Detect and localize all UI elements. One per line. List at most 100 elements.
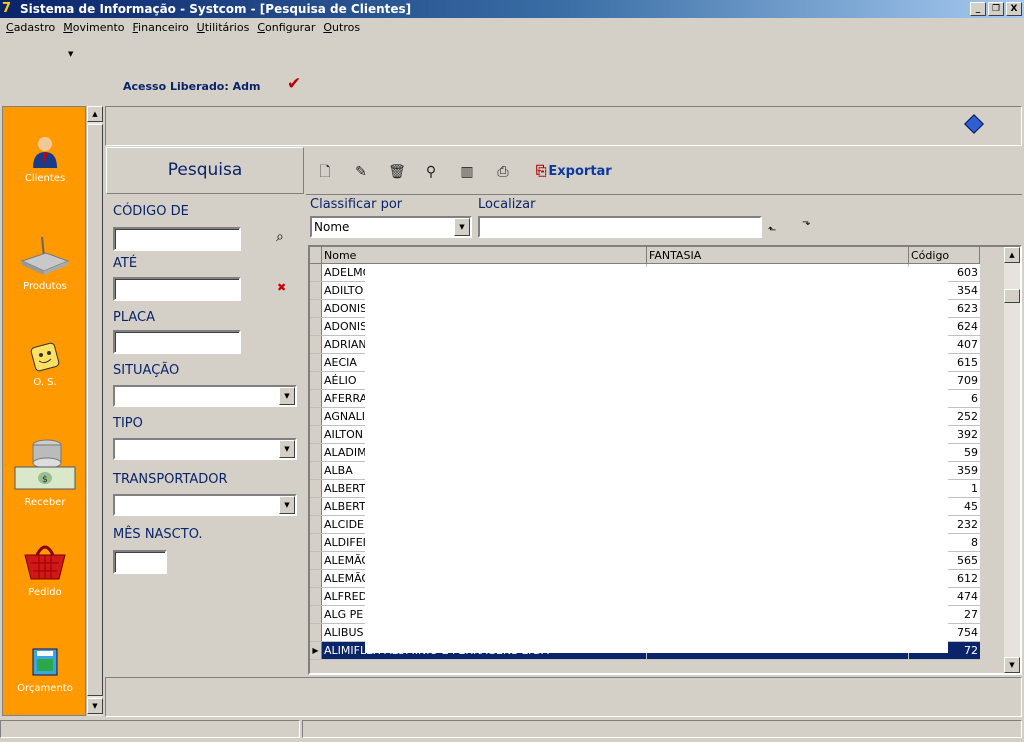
eraser-icon[interactable]: [964, 114, 984, 134]
clear-filter-icon[interactable]: ✖: [277, 281, 286, 294]
sidebar-item-produtos[interactable]: Produtos: [3, 235, 87, 292]
sidebar-scrollbar[interactable]: ▲ ▼: [86, 106, 103, 716]
row-indicator[interactable]: [310, 282, 322, 299]
menu-cadastro[interactable]: Cadastro: [2, 19, 59, 37]
chevron-down-icon[interactable]: ▼: [279, 496, 295, 514]
row-indicator[interactable]: [310, 444, 322, 461]
placa-field[interactable]: [113, 330, 241, 354]
row-indicator-header: [310, 247, 322, 264]
tipo-select[interactable]: ▼: [113, 438, 297, 460]
sort-ascending-icon[interactable]: ⬑: [768, 225, 776, 236]
delete-icon[interactable]: 🗑: [386, 161, 408, 183]
status-bar: [0, 720, 1024, 740]
sort-descending-icon[interactable]: ⬎: [802, 217, 810, 228]
row-indicator[interactable]: [310, 336, 322, 353]
row-indicator[interactable]: [310, 426, 322, 443]
sort-select[interactable]: Nome ▼: [310, 216, 472, 238]
clients-table: Nome FANTASIA Código ADELMO CARACENADELM…: [308, 245, 1022, 675]
row-indicator[interactable]: [310, 552, 322, 569]
access-status: Acesso Liberado: Adm: [123, 80, 261, 93]
column-header-codigo[interactable]: Código: [909, 247, 980, 264]
row-indicator[interactable]: [310, 570, 322, 587]
transportador-select[interactable]: ▼: [113, 494, 297, 516]
mes-nascto-label: MÊS NASCTO.: [113, 527, 203, 542]
checkmark-icon: ✔: [287, 74, 302, 94]
row-indicator[interactable]: [310, 624, 322, 641]
scroll-down-icon[interactable]: ▼: [1004, 657, 1020, 673]
chevron-down-icon[interactable]: ▼: [279, 440, 295, 458]
row-indicator[interactable]: [310, 534, 322, 551]
sidebar-item-os[interactable]: O. S.: [3, 341, 87, 388]
menu-configurar[interactable]: Configurar: [253, 19, 319, 37]
status-panel-2: [302, 720, 1022, 738]
row-indicator[interactable]: [310, 588, 322, 605]
codigo-de-field[interactable]: [113, 227, 241, 251]
chevron-down-icon[interactable]: ▼: [279, 387, 295, 405]
sidebar-label-clientes: Clientes: [24, 173, 66, 184]
menu-movimento[interactable]: Movimento: [59, 19, 128, 37]
sidebar-item-clientes[interactable]: Clientes: [3, 135, 87, 184]
column-header-nome[interactable]: Nome: [322, 247, 647, 264]
sort-label: Classificar por: [310, 197, 403, 212]
row-indicator[interactable]: [310, 606, 322, 623]
scroll-up-icon[interactable]: ▲: [1004, 247, 1020, 263]
magnifier-icon[interactable]: ⌕: [276, 229, 284, 245]
product-icon: [20, 236, 70, 275]
row-indicator[interactable]: [310, 462, 322, 479]
row-indicator[interactable]: [310, 318, 322, 335]
situacao-select[interactable]: ▼: [113, 385, 297, 407]
sidebar-item-pedido[interactable]: Pedido: [3, 539, 87, 598]
sidebar-item-orcamento[interactable]: Orçamento: [3, 647, 87, 694]
mes-nascto-field[interactable]: [113, 550, 167, 574]
chevron-down-icon[interactable]: ▼: [454, 218, 470, 236]
menu-utilitarios[interactable]: Utilitários: [193, 19, 254, 37]
barcode-icon[interactable]: ▥: [456, 161, 478, 183]
client-icon: [33, 137, 57, 168]
restore-button[interactable]: ❐: [988, 2, 1004, 16]
row-indicator[interactable]: [310, 480, 322, 497]
sidebar-scroll-thumb[interactable]: [87, 124, 103, 696]
budget-icon: [32, 648, 58, 676]
menu-financeiro[interactable]: Financeiro: [129, 19, 193, 37]
export-button[interactable]: ⎘ Exportar: [536, 161, 612, 183]
binoculars-icon[interactable]: ⚲: [420, 161, 442, 183]
new-document-icon[interactable]: 🗋: [314, 161, 336, 183]
menu-bar: Cadastro Movimento Financeiro Utilitário…: [0, 19, 1024, 37]
row-indicator[interactable]: [310, 264, 322, 281]
codigo-de-label: CÓDIGO DE: [113, 204, 189, 219]
sidebar-label-orcamento: Orçamento: [17, 683, 73, 694]
close-button[interactable]: X: [1006, 2, 1022, 16]
row-indicator[interactable]: [310, 300, 322, 317]
row-indicator[interactable]: [310, 372, 322, 389]
column-header-fantasia[interactable]: FANTASIA: [647, 247, 909, 264]
locate-field[interactable]: [478, 216, 762, 238]
toolbar-dropdown-icon[interactable]: ▼: [68, 50, 73, 58]
table-scrollbar[interactable]: ▲ ▼: [1004, 247, 1020, 673]
locate-label: Localizar: [478, 197, 536, 212]
printer-icon[interactable]: ⎙: [492, 161, 514, 183]
scroll-up-icon[interactable]: ▲: [87, 106, 103, 122]
row-indicator[interactable]: [310, 354, 322, 371]
row-indicator[interactable]: [310, 498, 322, 515]
search-panel: Pesquisa CÓDIGO DE ⌕ ATÉ ✖ PLACA SITUAÇÃ…: [106, 147, 304, 675]
sidebar-label-receber: Receber: [24, 497, 66, 508]
tipo-label: TIPO: [113, 416, 143, 431]
table-scroll-thumb[interactable]: [1004, 289, 1020, 303]
table-overlay: [365, 267, 948, 653]
status-panel-1: [0, 720, 300, 738]
minimize-button[interactable]: _: [970, 2, 986, 16]
placa-label: PLACA: [113, 310, 156, 325]
row-indicator[interactable]: [310, 516, 322, 533]
ate-label: ATÉ: [113, 256, 138, 271]
money-icon: $: [14, 439, 76, 490]
sidebar-item-receber[interactable]: $ Receber: [3, 429, 87, 508]
row-indicator[interactable]: [310, 390, 322, 407]
edit-icon[interactable]: ✎: [350, 161, 372, 183]
row-indicator[interactable]: [310, 408, 322, 425]
top-panel: [105, 106, 1022, 146]
basket-icon: [24, 545, 66, 580]
menu-outros[interactable]: Outros: [319, 19, 364, 37]
row-indicator[interactable]: ▶: [310, 642, 322, 659]
scroll-down-icon[interactable]: ▼: [87, 698, 103, 714]
ate-field[interactable]: [113, 277, 241, 301]
